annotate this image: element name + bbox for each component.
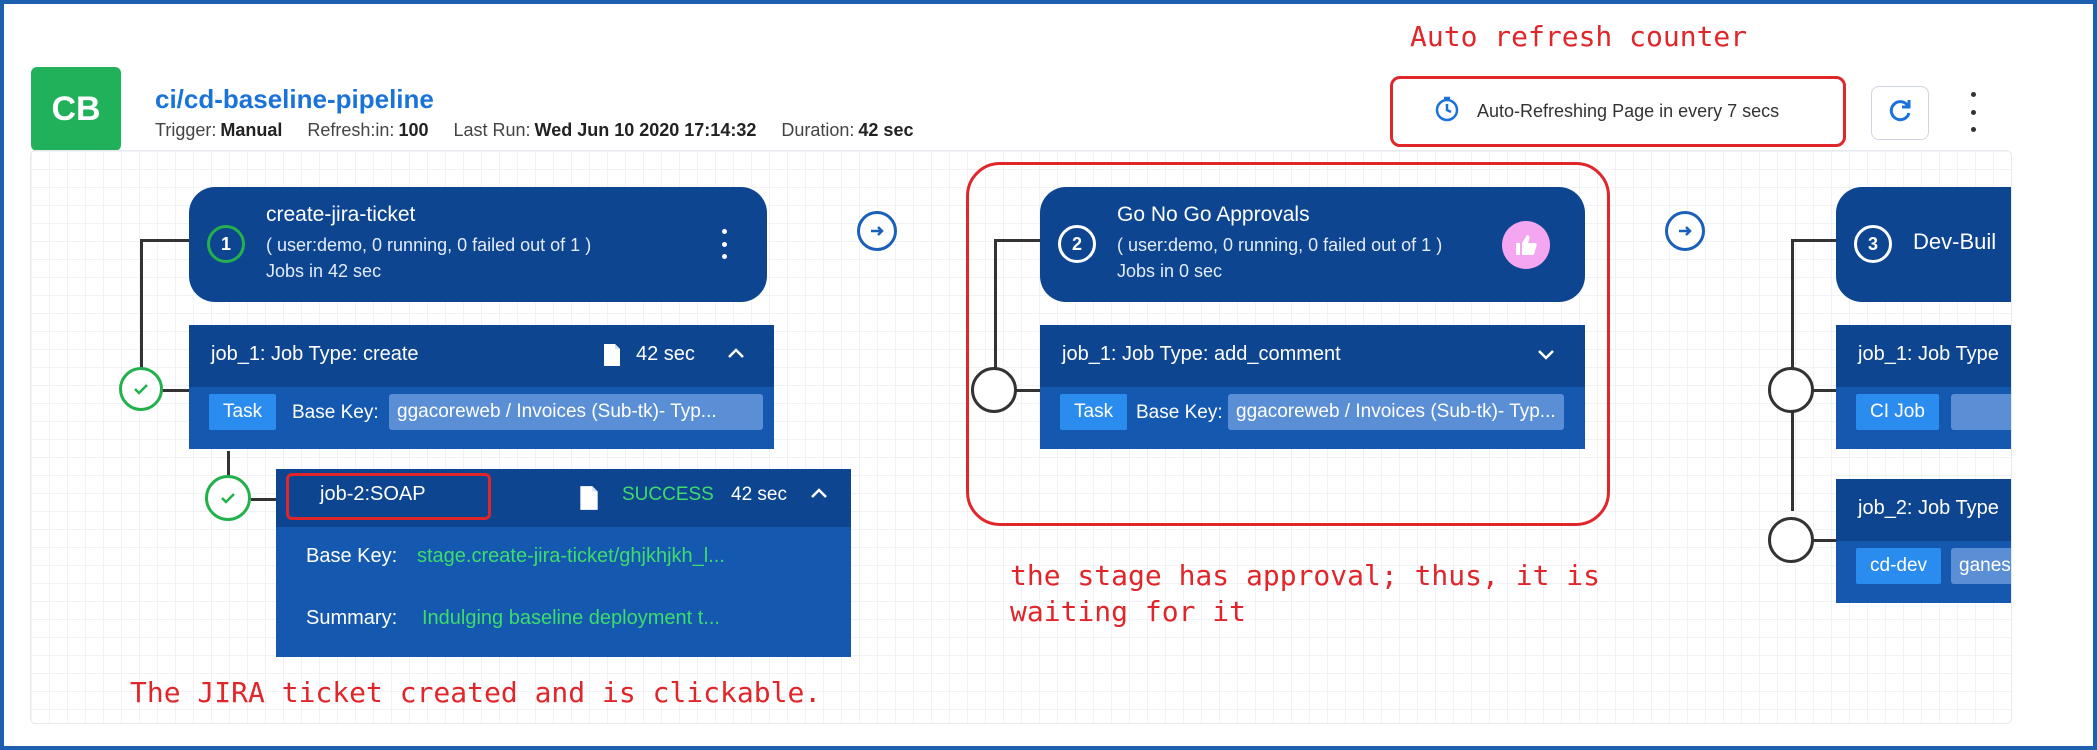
document-icon[interactable] [602,343,622,372]
chevron-up-icon[interactable] [726,345,746,366]
job-panel[interactable]: job_1: Job Type CI Job [1836,325,2011,449]
job-detail-row: cd-dev ganes [1836,541,2011,603]
job-success-check-icon [119,367,163,411]
job-title: job_2: Job Type [1858,497,1999,519]
job-detail-row: CI Job [1836,387,2011,449]
stage-card-dev-build[interactable]: 3 Dev-Buil [1836,187,2011,302]
duration-label: Duration: [781,120,855,140]
jira-ticket-link[interactable]: job-2:SOAP [320,483,426,506]
stage-summary: ( user:demo, 0 running, 0 failed out of … [266,235,592,255]
subjob-duration: 42 sec [731,484,787,505]
annotation-jira: The JIRA ticket created and is clickable… [130,676,822,709]
stage-card-create-jira-ticket[interactable]: 1 create-jira-ticket ( user:demo, 0 runn… [189,187,767,302]
stage-jobs-time: Jobs in 42 sec [266,261,382,281]
stage-number: 3 [1854,225,1892,263]
pipeline-title[interactable]: ci/cd-baseline-pipeline [155,84,434,115]
job-pending-node [1768,367,1814,413]
subjob-status: SUCCESS [622,484,714,505]
job-title: job_1: Job Type: create [211,343,419,365]
job-panel[interactable]: job_2: Job Type cd-dev ganes [1836,479,2011,603]
base-key-value: ggacoreweb / Invoices (Sub-tk)- Typ... [389,394,763,430]
annotation-auto-refresh: Auto refresh counter [1410,20,1748,53]
stage-menu-icon[interactable] [719,229,729,259]
connector-line [140,239,143,381]
stage-number: 1 [207,225,245,263]
last-run-value: Wed Jun 10 2020 17:14:32 [534,120,757,140]
duration-value: 42 sec [858,120,914,140]
next-stage-arrow-icon[interactable] [1665,211,1705,251]
stage-name: Dev-Buil [1913,229,1997,254]
refresh-value: 100 [398,120,429,140]
last-run-label: Last Run: [453,120,531,140]
auto-refresh-text: Auto-Refreshing Page in every 7 secs [1477,101,1780,121]
document-icon[interactable] [578,485,600,516]
refresh-button[interactable] [1871,86,1929,140]
subjob-base-key-label: Base Key: [306,545,398,567]
base-key-value: ganes [1951,548,2011,584]
job-duration: 42 sec [636,343,695,365]
pipeline-logo: CB [31,67,121,151]
approval-stage-highlight [966,162,1610,526]
kebab-menu-icon[interactable] [1958,92,1988,132]
chevron-up-icon[interactable] [809,485,829,506]
stage-name: create-jira-ticket [266,203,416,226]
base-key-label: Base Key: [292,402,379,423]
trigger-label: Trigger: [155,120,217,140]
job-detail-row: Task Base Key: ggacoreweb / Invoices (Su… [189,387,774,449]
next-stage-arrow-icon[interactable] [857,211,897,251]
base-key-value [1951,394,2011,430]
job-type-tag: cd-dev [1856,548,1942,584]
subjob-summary-label: Summary: [306,607,398,629]
refresh-icon [1885,96,1915,131]
subjob-summary-value[interactable]: Indulging baseline deployment t... [422,607,720,630]
auto-refresh-indicator: Auto-Refreshing Page in every 7 secs [1390,76,1846,147]
subjob-base-key-value[interactable]: stage.create-jira-ticket/ghjkhjkh_l... [417,545,725,568]
subjob-panel[interactable]: job-2:SOAP SUCCESS 42 sec Base Key: stag… [276,469,851,657]
job-pending-node [1768,517,1814,563]
job-panel[interactable]: job_1: Job Type: create 42 sec Task Base… [189,325,774,449]
annotation-approval: the stage has approval; thus, it is wait… [1010,559,1601,628]
clock-icon [1433,95,1461,128]
job-type-tag: Task [209,394,277,430]
pipeline-meta: Trigger: Manual Refresh:in: 100 Last Run: W… [155,120,933,141]
subjob-success-check-icon [205,475,251,521]
refresh-label: Refresh:in: [307,120,395,140]
job-type-tag: CI Job [1856,394,1939,430]
job-title: job_1: Job Type [1858,343,1999,365]
trigger-value: Manual [220,120,283,140]
